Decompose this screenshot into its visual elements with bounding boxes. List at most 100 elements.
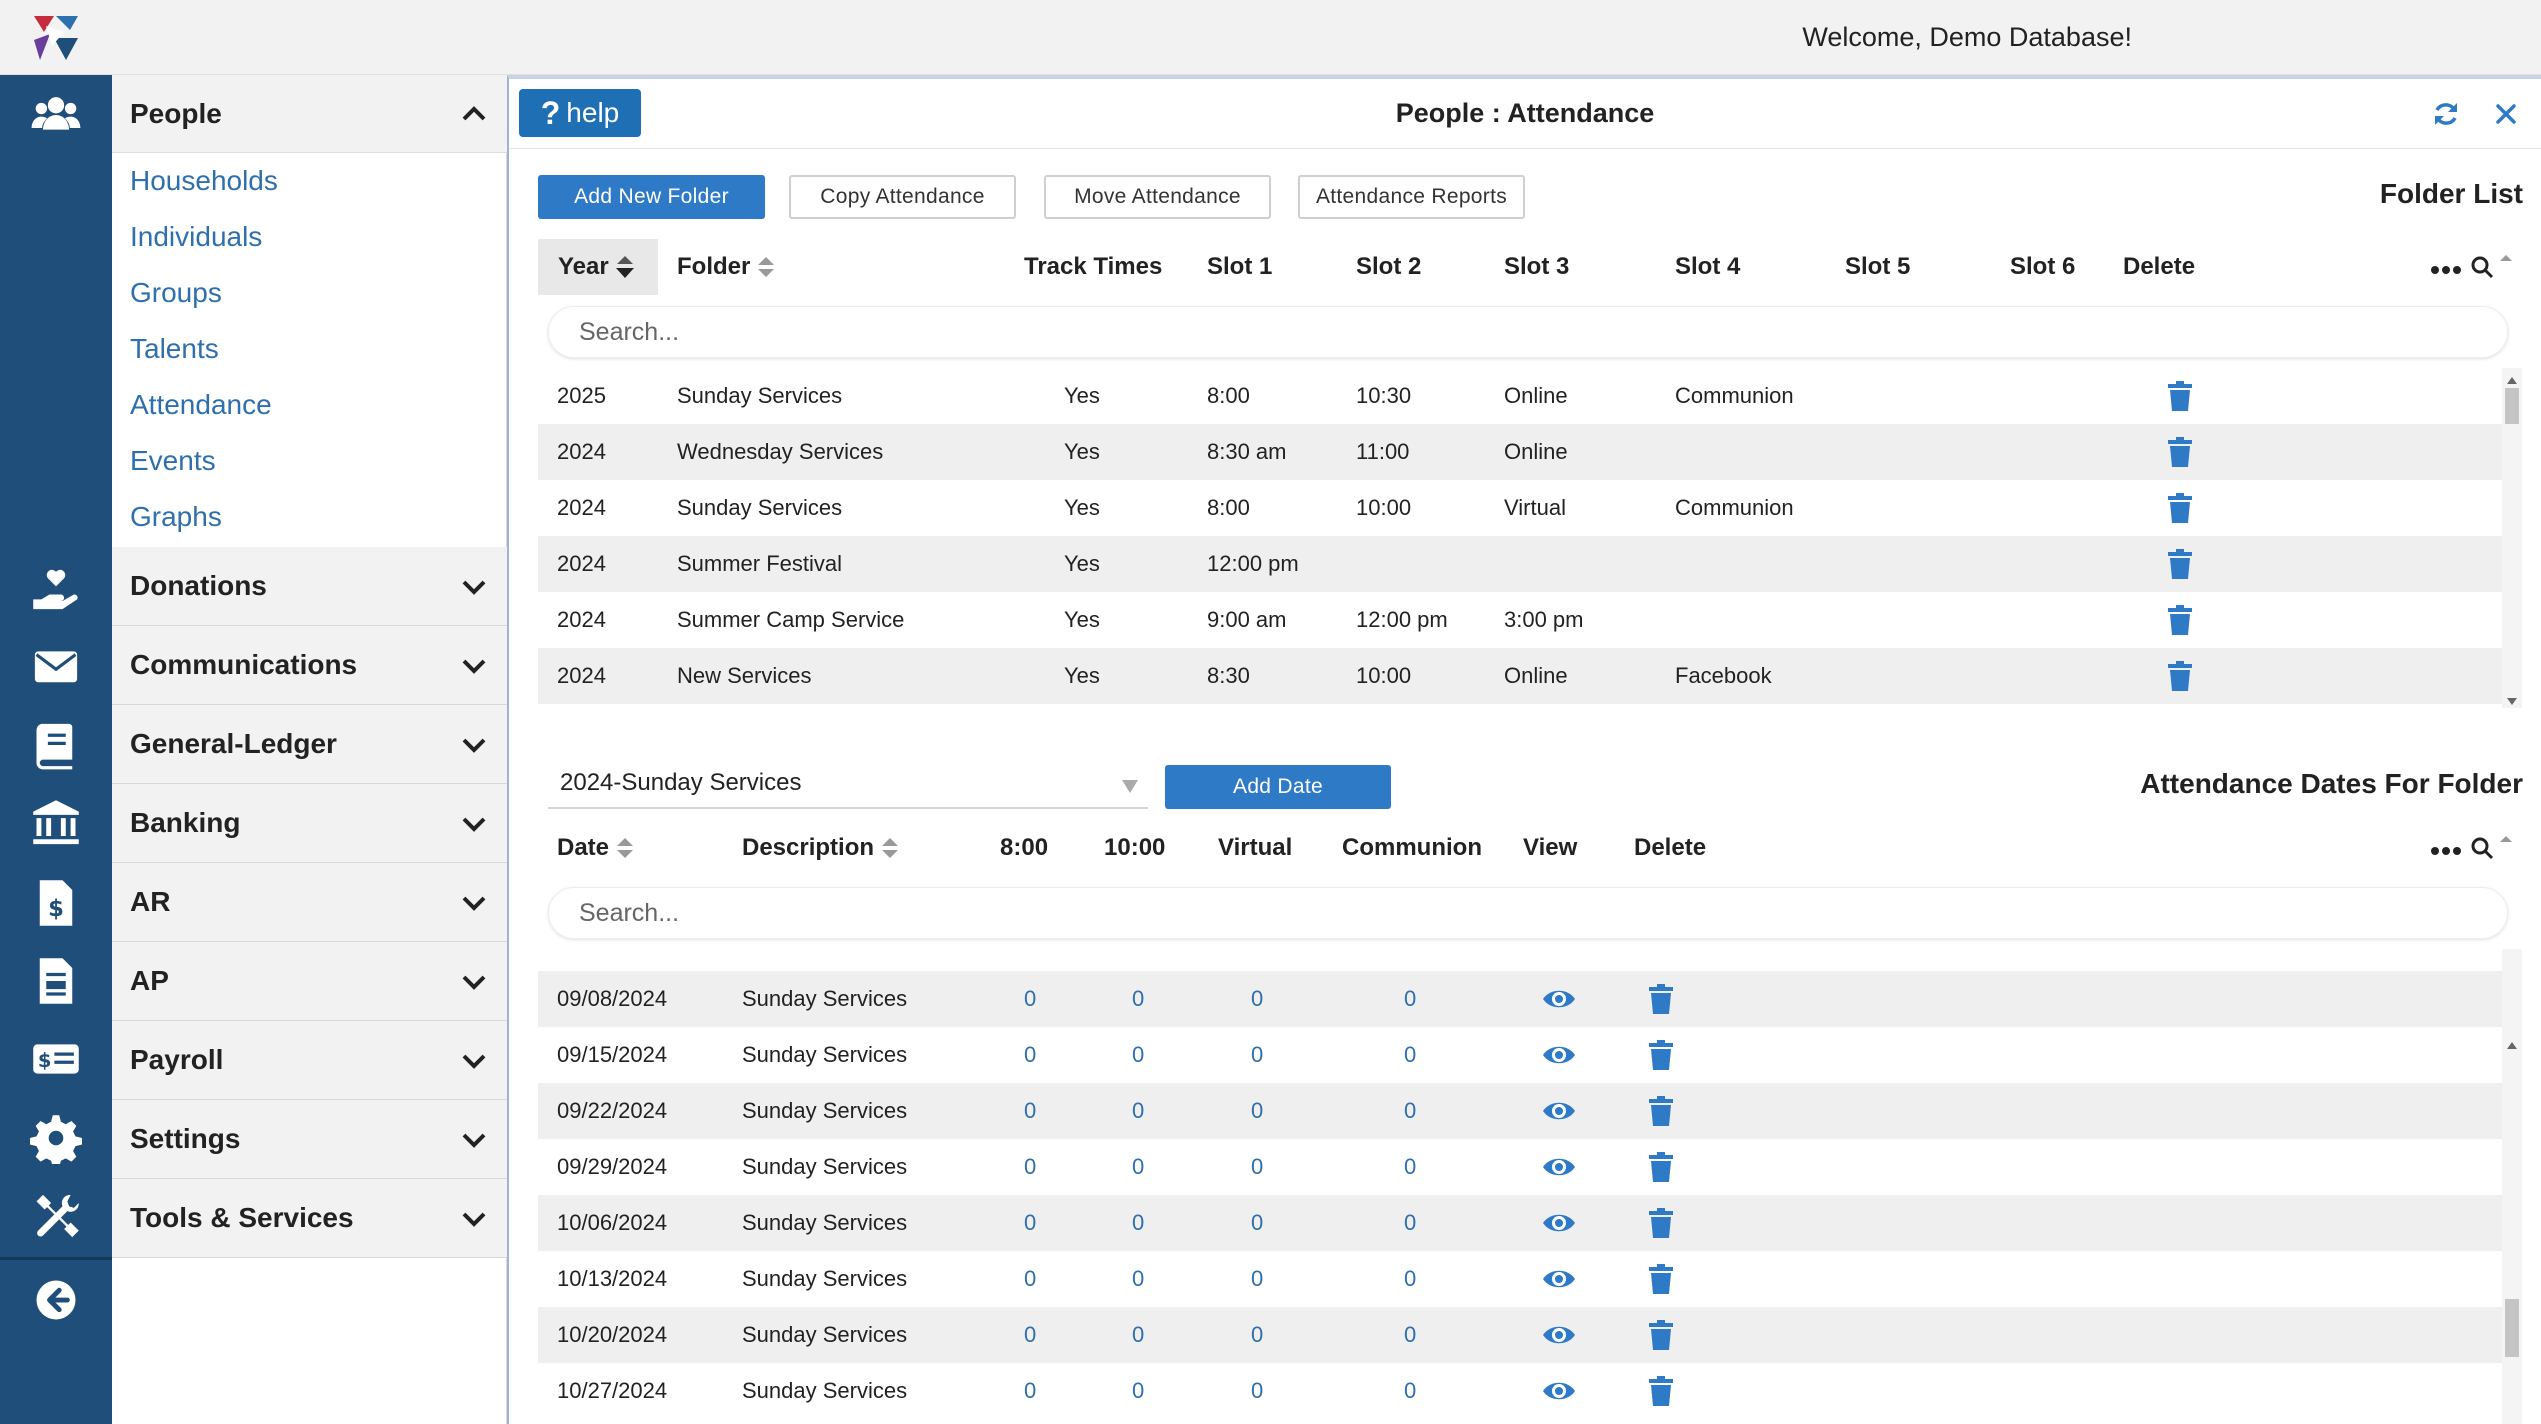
trash-icon[interactable]	[2167, 437, 2193, 467]
column-search-icon[interactable]	[2470, 251, 2518, 281]
chevron-down-icon[interactable]	[459, 888, 489, 918]
cell-count[interactable]: 0	[1024, 1363, 1036, 1419]
more-options-icon[interactable]	[2430, 843, 2462, 855]
submenu-attendance[interactable]: Attendance	[130, 389, 272, 421]
chevron-down-icon[interactable]	[459, 651, 489, 681]
submenu-talents[interactable]: Talents	[130, 333, 219, 365]
chevron-down-icon[interactable]	[459, 572, 489, 602]
col-virtual[interactable]: Virtual	[1218, 820, 1292, 876]
cell-count[interactable]: 0	[1132, 1307, 1144, 1363]
col-communion[interactable]: Communion	[1342, 820, 1482, 876]
close-icon[interactable]	[2491, 99, 2521, 129]
trash-icon[interactable]	[1648, 1320, 1674, 1350]
sort-icon[interactable]	[756, 254, 776, 280]
table-row[interactable]: 2024 Summer Festival Yes 12:00 pm	[538, 536, 2502, 592]
bank-icon[interactable]	[28, 795, 84, 851]
chevron-down-icon[interactable]	[459, 1046, 489, 1076]
eye-icon[interactable]	[1542, 1098, 1576, 1124]
menu-people[interactable]: People	[112, 75, 507, 153]
eye-icon[interactable]	[1542, 986, 1576, 1012]
cell-count[interactable]: 0	[1132, 1139, 1144, 1195]
chevron-down-icon[interactable]	[459, 730, 489, 760]
cell-count[interactable]: 0	[1024, 1195, 1036, 1251]
menu-donations[interactable]: Donations	[112, 547, 507, 626]
cell-count[interactable]: 0	[1132, 1363, 1144, 1419]
add-date-button[interactable]: Add Date	[1165, 765, 1391, 809]
table-row[interactable]: 10/06/2024 Sunday Services 0 0 0 0	[538, 1195, 2502, 1251]
chevron-up-icon[interactable]	[459, 99, 489, 129]
cell-count[interactable]: 0	[1404, 1307, 1416, 1363]
sort-down-icon[interactable]	[615, 254, 635, 280]
trash-icon[interactable]	[2167, 661, 2193, 691]
cell-count[interactable]: 0	[1251, 1307, 1263, 1363]
table-row[interactable]: 09/29/2024 Sunday Services 0 0 0 0	[538, 1139, 2502, 1195]
people-icon[interactable]	[28, 87, 84, 143]
submenu-groups[interactable]: Groups	[130, 277, 222, 309]
col-track-times[interactable]: Track Times	[1024, 239, 1162, 295]
cell-count[interactable]: 0	[1251, 1251, 1263, 1307]
cell-count[interactable]: 0	[1132, 1083, 1144, 1139]
tools-icon[interactable]	[28, 1188, 84, 1244]
column-search-icon[interactable]	[2470, 832, 2518, 862]
chevron-down-icon[interactable]	[459, 1125, 489, 1155]
gear-icon[interactable]	[28, 1110, 84, 1166]
col-date[interactable]: Date	[557, 820, 635, 876]
more-options-icon[interactable]	[2430, 262, 2462, 274]
table-row[interactable]: 2025 Sunday Services Yes 8:00 10:30 Onli…	[538, 368, 2502, 424]
chevron-down-icon[interactable]	[459, 1204, 489, 1234]
refresh-icon[interactable]	[2431, 99, 2461, 129]
menu-settings[interactable]: Settings	[112, 1100, 507, 1179]
app-logo[interactable]	[30, 12, 82, 64]
cell-count[interactable]: 0	[1251, 971, 1263, 1027]
trash-icon[interactable]	[1648, 984, 1674, 1014]
menu-banking[interactable]: Banking	[112, 784, 507, 863]
col-slot-5[interactable]: Slot 5	[1845, 239, 1910, 295]
cell-count[interactable]: 0	[1024, 1139, 1036, 1195]
invoice-dollar-icon[interactable]: $	[28, 875, 84, 931]
trash-icon[interactable]	[2167, 605, 2193, 635]
menu-tools-services[interactable]: Tools & Services	[112, 1179, 507, 1258]
cell-count[interactable]: 0	[1132, 1251, 1144, 1307]
trash-icon[interactable]	[1648, 1152, 1674, 1182]
folder-search-input[interactable]: Search...	[548, 306, 2508, 358]
table-row[interactable]: 2024 Summer Camp Service Yes 9:00 am 12:…	[538, 592, 2502, 648]
scroll-up-icon[interactable]	[2506, 372, 2518, 384]
eye-icon[interactable]	[1542, 1378, 1576, 1404]
scroll-up-icon[interactable]	[2506, 1037, 2518, 1049]
submenu-individuals[interactable]: Individuals	[130, 221, 262, 253]
scroll-thumb[interactable]	[2505, 388, 2519, 424]
cell-count[interactable]: 0	[1024, 1083, 1036, 1139]
cell-count[interactable]: 0	[1404, 1251, 1416, 1307]
folder-scrollbar[interactable]	[2502, 368, 2522, 708]
dropdown-caret-icon[interactable]	[1120, 774, 1140, 793]
payroll-money-icon[interactable]: $	[28, 1031, 84, 1087]
cell-count[interactable]: 0	[1404, 1139, 1416, 1195]
dates-search-input[interactable]: Search...	[548, 887, 2508, 939]
menu-ar[interactable]: AR	[112, 863, 507, 942]
folder-select[interactable]: 2024-Sunday Services	[548, 759, 1148, 809]
trash-icon[interactable]	[1648, 1208, 1674, 1238]
submenu-households[interactable]: Households	[130, 165, 278, 197]
eye-icon[interactable]	[1542, 1154, 1576, 1180]
cell-count[interactable]: 0	[1251, 1195, 1263, 1251]
col-slot-6[interactable]: Slot 6	[2010, 239, 2075, 295]
cell-count[interactable]: 0	[1024, 1251, 1036, 1307]
col-slot-4[interactable]: Slot 4	[1675, 239, 1740, 295]
cell-count[interactable]: 0	[1404, 1083, 1416, 1139]
donation-hand-icon[interactable]	[28, 560, 84, 616]
cell-count[interactable]: 0	[1404, 1363, 1416, 1419]
envelope-icon[interactable]	[28, 638, 84, 694]
col-slot-800[interactable]: 8:00	[1000, 820, 1048, 876]
cell-count[interactable]: 0	[1404, 971, 1416, 1027]
col-year[interactable]: Year	[538, 239, 658, 295]
table-row[interactable]: 10/27/2024 Sunday Services 0 0 0 0	[538, 1363, 2502, 1419]
table-row[interactable]: 09/22/2024 Sunday Services 0 0 0 0	[538, 1083, 2502, 1139]
add-new-folder-button[interactable]: Add New Folder	[538, 175, 765, 219]
table-row[interactable]: 2024 Sunday Services Yes 8:00 10:00 Virt…	[538, 480, 2502, 536]
trash-icon[interactable]	[1648, 1040, 1674, 1070]
sort-icon[interactable]	[615, 835, 635, 861]
eye-icon[interactable]	[1542, 1042, 1576, 1068]
attendance-reports-button[interactable]: Attendance Reports	[1298, 175, 1525, 219]
dates-scrollbar[interactable]	[2502, 949, 2522, 1424]
table-row[interactable]: 2024 New Services Yes 8:30 10:00 Online …	[538, 648, 2502, 704]
